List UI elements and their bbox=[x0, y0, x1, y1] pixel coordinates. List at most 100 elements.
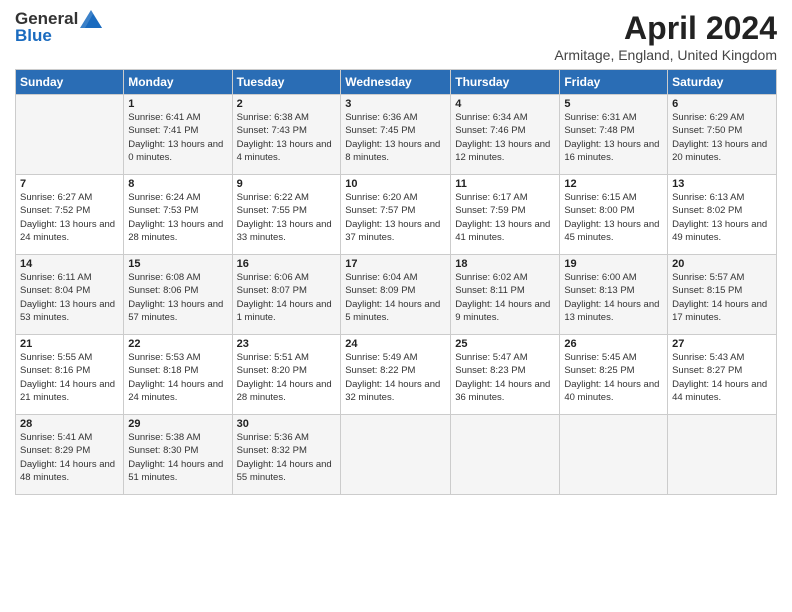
day-info: Sunrise: 6:38 AMSunset: 7:43 PMDaylight:… bbox=[237, 111, 337, 164]
day-info: Sunrise: 6:13 AMSunset: 8:02 PMDaylight:… bbox=[672, 191, 772, 244]
day-number: 24 bbox=[345, 338, 446, 350]
calendar-week-row: 7 Sunrise: 6:27 AMSunset: 7:52 PMDayligh… bbox=[16, 175, 777, 255]
calendar-cell: 16 Sunrise: 6:06 AMSunset: 8:07 PMDaylig… bbox=[232, 255, 341, 335]
calendar-cell: 17 Sunrise: 6:04 AMSunset: 8:09 PMDaylig… bbox=[341, 255, 451, 335]
calendar-header-wednesday: Wednesday bbox=[341, 70, 451, 95]
logo-icon bbox=[80, 10, 102, 28]
title-block: April 2024 Armitage, England, United Kin… bbox=[554, 10, 777, 63]
day-info: Sunrise: 6:27 AMSunset: 7:52 PMDaylight:… bbox=[20, 191, 119, 244]
header: General Blue April 2024 Armitage, Englan… bbox=[15, 10, 777, 63]
day-info: Sunrise: 5:51 AMSunset: 8:20 PMDaylight:… bbox=[237, 351, 337, 404]
calendar-cell: 12 Sunrise: 6:15 AMSunset: 8:00 PMDaylig… bbox=[560, 175, 668, 255]
day-number: 29 bbox=[128, 418, 227, 430]
logo: General Blue bbox=[15, 10, 102, 45]
calendar-cell: 1 Sunrise: 6:41 AMSunset: 7:41 PMDayligh… bbox=[124, 95, 232, 175]
day-info: Sunrise: 6:41 AMSunset: 7:41 PMDaylight:… bbox=[128, 111, 227, 164]
day-info: Sunrise: 6:22 AMSunset: 7:55 PMDaylight:… bbox=[237, 191, 337, 244]
calendar-cell: 8 Sunrise: 6:24 AMSunset: 7:53 PMDayligh… bbox=[124, 175, 232, 255]
calendar-week-row: 28 Sunrise: 5:41 AMSunset: 8:29 PMDaylig… bbox=[16, 415, 777, 495]
day-number: 8 bbox=[128, 178, 227, 190]
day-info: Sunrise: 6:02 AMSunset: 8:11 PMDaylight:… bbox=[455, 271, 555, 324]
day-number: 25 bbox=[455, 338, 555, 350]
logo-blue-text: Blue bbox=[15, 27, 52, 46]
calendar-week-row: 1 Sunrise: 6:41 AMSunset: 7:41 PMDayligh… bbox=[16, 95, 777, 175]
calendar-cell: 18 Sunrise: 6:02 AMSunset: 8:11 PMDaylig… bbox=[451, 255, 560, 335]
calendar-cell: 29 Sunrise: 5:38 AMSunset: 8:30 PMDaylig… bbox=[124, 415, 232, 495]
calendar-cell: 6 Sunrise: 6:29 AMSunset: 7:50 PMDayligh… bbox=[668, 95, 777, 175]
calendar-cell bbox=[560, 415, 668, 495]
day-info: Sunrise: 6:11 AMSunset: 8:04 PMDaylight:… bbox=[20, 271, 119, 324]
day-number: 19 bbox=[564, 258, 663, 270]
calendar-cell bbox=[341, 415, 451, 495]
day-number: 2 bbox=[237, 98, 337, 110]
calendar-cell: 20 Sunrise: 5:57 AMSunset: 8:15 PMDaylig… bbox=[668, 255, 777, 335]
day-info: Sunrise: 5:43 AMSunset: 8:27 PMDaylight:… bbox=[672, 351, 772, 404]
day-info: Sunrise: 6:29 AMSunset: 7:50 PMDaylight:… bbox=[672, 111, 772, 164]
day-number: 4 bbox=[455, 98, 555, 110]
day-number: 9 bbox=[237, 178, 337, 190]
calendar-cell bbox=[16, 95, 124, 175]
calendar-header-saturday: Saturday bbox=[668, 70, 777, 95]
calendar-header-friday: Friday bbox=[560, 70, 668, 95]
page: General Blue April 2024 Armitage, Englan… bbox=[0, 0, 792, 612]
calendar-cell: 11 Sunrise: 6:17 AMSunset: 7:59 PMDaylig… bbox=[451, 175, 560, 255]
calendar-cell: 23 Sunrise: 5:51 AMSunset: 8:20 PMDaylig… bbox=[232, 335, 341, 415]
day-info: Sunrise: 6:17 AMSunset: 7:59 PMDaylight:… bbox=[455, 191, 555, 244]
calendar-cell bbox=[668, 415, 777, 495]
calendar-cell: 22 Sunrise: 5:53 AMSunset: 8:18 PMDaylig… bbox=[124, 335, 232, 415]
day-number: 26 bbox=[564, 338, 663, 350]
day-number: 3 bbox=[345, 98, 446, 110]
calendar-header-sunday: Sunday bbox=[16, 70, 124, 95]
calendar-cell: 27 Sunrise: 5:43 AMSunset: 8:27 PMDaylig… bbox=[668, 335, 777, 415]
day-number: 16 bbox=[237, 258, 337, 270]
day-info: Sunrise: 5:47 AMSunset: 8:23 PMDaylight:… bbox=[455, 351, 555, 404]
calendar-cell: 19 Sunrise: 6:00 AMSunset: 8:13 PMDaylig… bbox=[560, 255, 668, 335]
day-info: Sunrise: 6:31 AMSunset: 7:48 PMDaylight:… bbox=[564, 111, 663, 164]
day-number: 1 bbox=[128, 98, 227, 110]
day-info: Sunrise: 6:15 AMSunset: 8:00 PMDaylight:… bbox=[564, 191, 663, 244]
calendar-cell: 10 Sunrise: 6:20 AMSunset: 7:57 PMDaylig… bbox=[341, 175, 451, 255]
calendar-header-monday: Monday bbox=[124, 70, 232, 95]
calendar-header-row: SundayMondayTuesdayWednesdayThursdayFrid… bbox=[16, 70, 777, 95]
day-number: 5 bbox=[564, 98, 663, 110]
month-year-title: April 2024 bbox=[554, 10, 777, 47]
calendar-header-thursday: Thursday bbox=[451, 70, 560, 95]
day-info: Sunrise: 6:36 AMSunset: 7:45 PMDaylight:… bbox=[345, 111, 446, 164]
calendar-cell: 14 Sunrise: 6:11 AMSunset: 8:04 PMDaylig… bbox=[16, 255, 124, 335]
day-number: 21 bbox=[20, 338, 119, 350]
calendar-cell: 28 Sunrise: 5:41 AMSunset: 8:29 PMDaylig… bbox=[16, 415, 124, 495]
day-info: Sunrise: 6:24 AMSunset: 7:53 PMDaylight:… bbox=[128, 191, 227, 244]
calendar-cell: 13 Sunrise: 6:13 AMSunset: 8:02 PMDaylig… bbox=[668, 175, 777, 255]
day-number: 13 bbox=[672, 178, 772, 190]
calendar-cell: 3 Sunrise: 6:36 AMSunset: 7:45 PMDayligh… bbox=[341, 95, 451, 175]
day-number: 6 bbox=[672, 98, 772, 110]
calendar-cell: 15 Sunrise: 6:08 AMSunset: 8:06 PMDaylig… bbox=[124, 255, 232, 335]
day-info: Sunrise: 5:53 AMSunset: 8:18 PMDaylight:… bbox=[128, 351, 227, 404]
calendar-table: SundayMondayTuesdayWednesdayThursdayFrid… bbox=[15, 69, 777, 495]
calendar-cell bbox=[451, 415, 560, 495]
day-number: 7 bbox=[20, 178, 119, 190]
day-number: 23 bbox=[237, 338, 337, 350]
calendar-cell: 24 Sunrise: 5:49 AMSunset: 8:22 PMDaylig… bbox=[341, 335, 451, 415]
day-info: Sunrise: 5:55 AMSunset: 8:16 PMDaylight:… bbox=[20, 351, 119, 404]
calendar-header-tuesday: Tuesday bbox=[232, 70, 341, 95]
day-info: Sunrise: 6:20 AMSunset: 7:57 PMDaylight:… bbox=[345, 191, 446, 244]
day-info: Sunrise: 5:45 AMSunset: 8:25 PMDaylight:… bbox=[564, 351, 663, 404]
day-number: 15 bbox=[128, 258, 227, 270]
calendar-cell: 7 Sunrise: 6:27 AMSunset: 7:52 PMDayligh… bbox=[16, 175, 124, 255]
day-info: Sunrise: 5:57 AMSunset: 8:15 PMDaylight:… bbox=[672, 271, 772, 324]
day-info: Sunrise: 5:41 AMSunset: 8:29 PMDaylight:… bbox=[20, 431, 119, 484]
day-info: Sunrise: 6:00 AMSunset: 8:13 PMDaylight:… bbox=[564, 271, 663, 324]
day-number: 30 bbox=[237, 418, 337, 430]
calendar-week-row: 21 Sunrise: 5:55 AMSunset: 8:16 PMDaylig… bbox=[16, 335, 777, 415]
calendar-cell: 26 Sunrise: 5:45 AMSunset: 8:25 PMDaylig… bbox=[560, 335, 668, 415]
day-info: Sunrise: 5:49 AMSunset: 8:22 PMDaylight:… bbox=[345, 351, 446, 404]
day-number: 11 bbox=[455, 178, 555, 190]
day-number: 10 bbox=[345, 178, 446, 190]
calendar-week-row: 14 Sunrise: 6:11 AMSunset: 8:04 PMDaylig… bbox=[16, 255, 777, 335]
day-number: 22 bbox=[128, 338, 227, 350]
calendar-cell: 4 Sunrise: 6:34 AMSunset: 7:46 PMDayligh… bbox=[451, 95, 560, 175]
calendar-cell: 25 Sunrise: 5:47 AMSunset: 8:23 PMDaylig… bbox=[451, 335, 560, 415]
calendar-cell: 21 Sunrise: 5:55 AMSunset: 8:16 PMDaylig… bbox=[16, 335, 124, 415]
day-number: 17 bbox=[345, 258, 446, 270]
